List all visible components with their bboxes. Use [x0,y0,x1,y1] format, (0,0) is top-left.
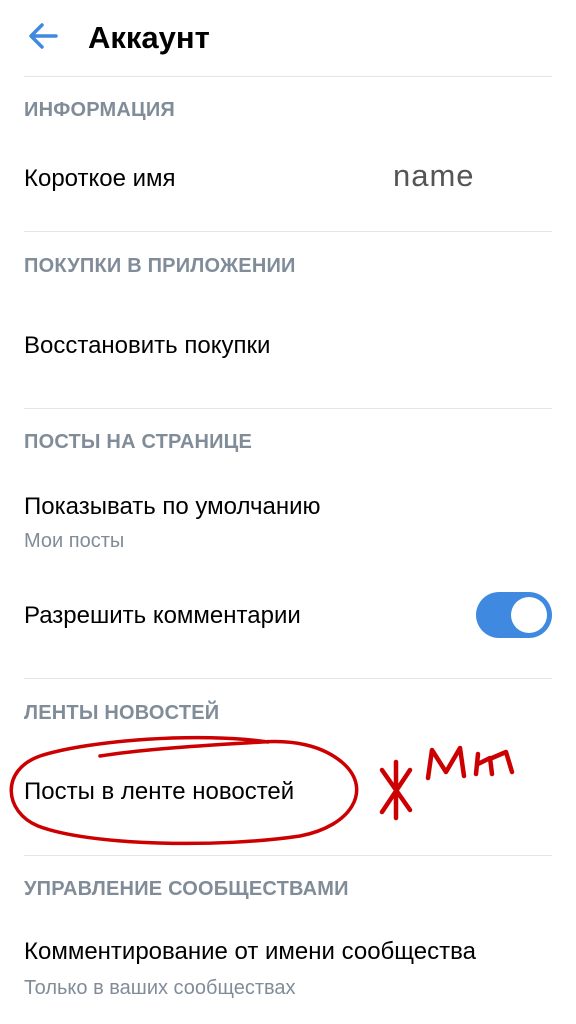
section-title-info: ИНФОРМАЦИЯ [24,99,175,121]
header-divider [24,76,552,77]
short-name-label: Короткое имя [24,165,176,192]
comment-as-community-value: Только в ваших сообществах [24,977,296,999]
feed-posts-label: Посты в ленте новостей [24,778,295,805]
allow-comments-toggle[interactable] [476,592,552,638]
default-posts-label: Показывать по умолчанию [24,493,321,520]
short-name-value: name [393,158,475,193]
section-title-communities: УПРАВЛЕНИЕ СООБЩЕСТВАМИ [24,878,349,900]
divider [24,678,552,679]
back-button[interactable] [26,20,62,52]
comment-as-community-label: Комментирование от имени сообщества [24,938,476,965]
divider [24,408,552,409]
restore-purchases-label: Восстановить покупки [24,332,271,359]
arrow-left-icon [29,23,58,49]
section-title-purchases: ПОКУПКИ В ПРИЛОЖЕНИИ [24,255,296,277]
section-title-feeds: ЛЕНТЫ НОВОСТЕЙ [24,702,220,724]
divider [24,231,552,232]
toggle-knob [511,597,547,633]
divider [24,855,552,856]
section-title-posts: ПОСТЫ НА СТРАНИЦЕ [24,431,253,453]
allow-comments-label: Разрешить комментарии [24,602,301,629]
page-title: Аккаунт [88,20,210,55]
default-posts-value: Мои посты [24,530,125,552]
